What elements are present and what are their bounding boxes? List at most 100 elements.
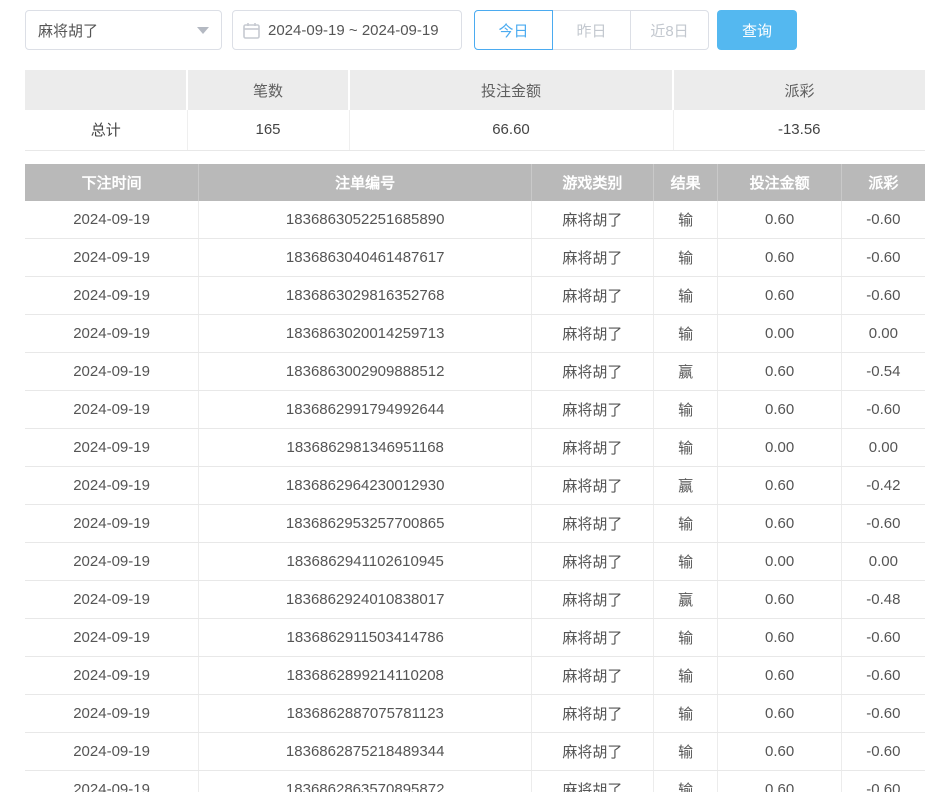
cell-bet-amount: 0.00: [718, 543, 841, 581]
cell-game-type: 麻将胡了: [532, 771, 654, 792]
yesterday-button[interactable]: 昨日: [552, 10, 631, 50]
cell-game-type: 麻将胡了: [532, 657, 654, 695]
summary-table: 笔数 投注金额 派彩 总计 165 66.60 -13.56: [25, 70, 925, 151]
date-range-input[interactable]: 2024-09-19 ~ 2024-09-19: [232, 10, 462, 50]
bet-table: 下注时间 注单编号 游戏类别 结果 投注金额 派彩 2024-09-19 183…: [25, 164, 925, 792]
cell-bet-amount: 0.60: [718, 733, 841, 771]
cell-bet-time: 2024-09-19: [25, 619, 199, 657]
cell-game-type: 麻将胡了: [532, 505, 654, 543]
cell-bet-id: 1836862899214110208: [199, 657, 532, 695]
cell-bet-time: 2024-09-19: [25, 201, 199, 239]
cell-result: 输: [653, 619, 718, 657]
cell-bet-amount: 0.60: [718, 239, 841, 277]
cell-game-type: 麻将胡了: [532, 695, 654, 733]
summary-header-row: 笔数 投注金额 派彩: [25, 70, 925, 110]
cell-payout: 0.00: [841, 429, 925, 467]
cell-bet-time: 2024-09-19: [25, 429, 199, 467]
cell-payout: -0.54: [841, 353, 925, 391]
cell-result: 赢: [653, 581, 718, 619]
cell-result: 输: [653, 429, 718, 467]
cell-result: 输: [653, 543, 718, 581]
cell-payout: -0.60: [841, 505, 925, 543]
cell-bet-amount: 0.60: [718, 505, 841, 543]
bet-table-body: 2024-09-19 1836863052251685890 麻将胡了 输 0.…: [25, 201, 925, 792]
table-row: 2024-09-19 1836862981346951168 麻将胡了 输 0.…: [25, 429, 925, 467]
cell-bet-time: 2024-09-19: [25, 277, 199, 315]
cell-game-type: 麻将胡了: [532, 467, 654, 505]
table-row: 2024-09-19 1836862941102610945 麻将胡了 输 0.…: [25, 543, 925, 581]
date-range-value: 2024-09-19 ~ 2024-09-19: [268, 22, 439, 39]
filter-bar: 麻将胡了 2024-09-19 ~ 2024-09-19 今日 昨日 近8日 查…: [25, 10, 925, 50]
cell-result: 输: [653, 695, 718, 733]
cell-bet-time: 2024-09-19: [25, 467, 199, 505]
cell-bet-time: 2024-09-19: [25, 771, 199, 792]
cell-bet-amount: 0.60: [718, 201, 841, 239]
cell-bet-id: 1836863002909888512: [199, 353, 532, 391]
cell-bet-amount: 0.60: [718, 771, 841, 792]
last-8-days-button[interactable]: 近8日: [630, 10, 709, 50]
game-select[interactable]: 麻将胡了: [25, 10, 222, 50]
table-row: 2024-09-19 1836862924010838017 麻将胡了 赢 0.…: [25, 581, 925, 619]
table-row: 2024-09-19 1836862899214110208 麻将胡了 输 0.…: [25, 657, 925, 695]
cell-bet-id: 1836862941102610945: [199, 543, 532, 581]
cell-bet-amount: 0.60: [718, 277, 841, 315]
cell-bet-time: 2024-09-19: [25, 353, 199, 391]
today-button[interactable]: 今日: [474, 10, 553, 50]
table-row: 2024-09-19 1836862911503414786 麻将胡了 输 0.…: [25, 619, 925, 657]
summary-total-row: 总计 165 66.60 -13.56: [25, 110, 925, 150]
cell-bet-amount: 0.60: [718, 581, 841, 619]
cell-payout: -0.60: [841, 657, 925, 695]
cell-bet-id: 1836862875218489344: [199, 733, 532, 771]
cell-game-type: 麻将胡了: [532, 619, 654, 657]
cell-bet-time: 2024-09-19: [25, 733, 199, 771]
cell-bet-amount: 0.60: [718, 657, 841, 695]
cell-result: 输: [653, 505, 718, 543]
table-row: 2024-09-19 1836862887075781123 麻将胡了 输 0.…: [25, 695, 925, 733]
cell-payout: -0.60: [841, 391, 925, 429]
cell-payout: -0.48: [841, 581, 925, 619]
cell-bet-id: 1836862911503414786: [199, 619, 532, 657]
cell-game-type: 麻将胡了: [532, 391, 654, 429]
header-bet-amount: 投注金额: [718, 164, 841, 201]
bet-table-header-row: 下注时间 注单编号 游戏类别 结果 投注金额 派彩: [25, 164, 925, 201]
table-row: 2024-09-19 1836862953257700865 麻将胡了 输 0.…: [25, 505, 925, 543]
cell-game-type: 麻将胡了: [532, 543, 654, 581]
table-row: 2024-09-19 1836863002909888512 麻将胡了 赢 0.…: [25, 353, 925, 391]
cell-payout: -0.60: [841, 277, 925, 315]
header-bet-id: 注单编号: [199, 164, 532, 201]
cell-bet-id: 1836862887075781123: [199, 695, 532, 733]
quick-date-toggle: 今日 昨日 近8日: [474, 10, 709, 50]
header-payout: 派彩: [841, 164, 925, 201]
summary-total-bet-amount: 66.60: [349, 110, 673, 150]
summary-total-count: 165: [187, 110, 349, 150]
summary-total-payout: -13.56: [673, 110, 925, 150]
query-button[interactable]: 查询: [717, 10, 797, 50]
table-row: 2024-09-19 1836863040461487617 麻将胡了 输 0.…: [25, 239, 925, 277]
cell-bet-id: 1836862863570895872: [199, 771, 532, 792]
cell-bet-amount: 0.00: [718, 315, 841, 353]
summary-header-blank: [25, 70, 187, 110]
cell-bet-id: 1836863020014259713: [199, 315, 532, 353]
cell-payout: -0.60: [841, 239, 925, 277]
table-row: 2024-09-19 1836863020014259713 麻将胡了 输 0.…: [25, 315, 925, 353]
cell-bet-id: 1836862924010838017: [199, 581, 532, 619]
calendar-icon: [243, 22, 260, 39]
cell-result: 赢: [653, 467, 718, 505]
cell-result: 输: [653, 733, 718, 771]
cell-bet-amount: 0.60: [718, 391, 841, 429]
cell-result: 输: [653, 657, 718, 695]
cell-bet-time: 2024-09-19: [25, 505, 199, 543]
cell-result: 输: [653, 239, 718, 277]
cell-result: 输: [653, 277, 718, 315]
cell-bet-time: 2024-09-19: [25, 657, 199, 695]
cell-bet-time: 2024-09-19: [25, 581, 199, 619]
cell-game-type: 麻将胡了: [532, 277, 654, 315]
table-row: 2024-09-19 1836862991794992644 麻将胡了 输 0.…: [25, 391, 925, 429]
cell-result: 赢: [653, 353, 718, 391]
cell-result: 输: [653, 201, 718, 239]
summary-total-label: 总计: [25, 110, 187, 150]
cell-result: 输: [653, 391, 718, 429]
cell-bet-time: 2024-09-19: [25, 391, 199, 429]
cell-bet-id: 1836862953257700865: [199, 505, 532, 543]
cell-result: 输: [653, 771, 718, 792]
